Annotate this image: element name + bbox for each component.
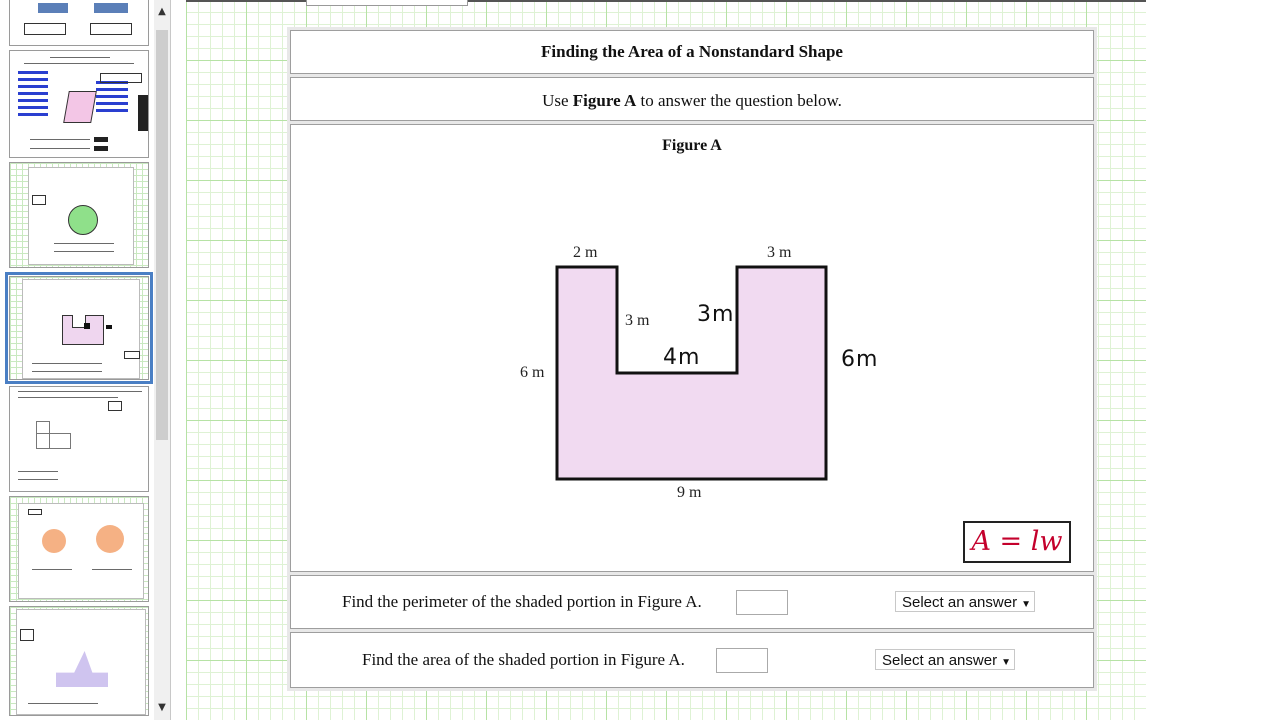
slide-thumbnail-text	[24, 63, 134, 64]
instruction-suffix: to answer the question below.	[640, 91, 842, 110]
top-tab	[306, 0, 468, 6]
slide-thumbnail-text	[32, 371, 102, 372]
chevron-down-icon[interactable]: ▼	[154, 700, 170, 716]
slide-thumbnail-box	[24, 23, 66, 35]
question-panel-perimeter: Find the perimeter of the shaded portion…	[290, 575, 1094, 629]
instruction-panel: Use Figure A to answer the question belo…	[290, 77, 1094, 121]
slide-thumbnail-1[interactable]	[9, 0, 149, 46]
question-panel-area: Find the area of the shaded portion in F…	[290, 632, 1094, 688]
label-bottom-width: 9 m	[677, 484, 702, 501]
slide-thumbnail-box	[32, 195, 46, 205]
shaded-u-shape	[555, 265, 828, 481]
slide-thumbnail-box	[28, 509, 42, 515]
slide-thumbnail-handwriting	[138, 95, 148, 131]
slide-thumbnail-text	[18, 391, 142, 392]
slide-thumbnail-handwriting	[18, 71, 48, 119]
dropdown-caret-icon: ▼	[1021, 599, 1031, 610]
slide-thumbnail-text	[28, 703, 98, 704]
slide-thumbnail-box	[100, 73, 142, 83]
slide-thumbnail-text	[32, 363, 102, 364]
slide-thumbnail-handwriting	[106, 325, 112, 329]
slide-thumbnail-6[interactable]	[9, 496, 149, 602]
slide-thumbnail-box	[20, 629, 34, 641]
sidebar-scrollbar[interactable]: ▲ ▼	[154, 0, 170, 720]
instruction-prefix: Use	[542, 91, 569, 110]
question-perimeter: Find the perimeter of the shaded portion…	[342, 592, 702, 611]
perimeter-unit-select-label: Select an answer	[902, 594, 1018, 611]
instruction-figure: Figure A	[572, 91, 637, 110]
figure-panel: Figure A 2 m 3 m 3 m 6 m 9 m 3m 4m 6m A …	[290, 124, 1094, 572]
slide-thumbnail-box	[124, 351, 140, 359]
slide-thumbnail-list	[0, 0, 154, 720]
chevron-up-icon[interactable]: ▲	[154, 4, 170, 20]
perimeter-unit-select[interactable]: Select an answer ▼	[895, 591, 1035, 612]
slide-thumbnail-shape	[94, 3, 128, 13]
slide-thumbnail-text	[18, 397, 118, 398]
slide-thumbnail-7[interactable]	[9, 606, 149, 716]
label-left-height: 6 m	[520, 364, 545, 381]
slide-thumbnail-text	[54, 243, 114, 244]
slide-thumbnail-3[interactable]	[9, 162, 149, 268]
slide-thumbnail-text	[18, 471, 58, 472]
slide-thumbnail-text	[30, 148, 90, 149]
perimeter-answer-input[interactable]	[736, 590, 788, 615]
slide-thumbnail-text	[50, 57, 110, 58]
slide-thumbnail-text	[92, 569, 132, 570]
label-notch-left-depth: 3 m	[625, 312, 650, 329]
slide-thumbnail-5[interactable]	[9, 386, 149, 492]
area-unit-select-label: Select an answer	[882, 652, 998, 669]
slide-thumbnail-handwriting	[94, 137, 108, 142]
area-formula-box: A = lw	[963, 521, 1071, 563]
instruction-text: Use Figure A to answer the question belo…	[291, 91, 1093, 111]
slide-thumbnail-box	[108, 401, 122, 411]
slide-thumbnail-shape	[38, 3, 68, 13]
slide-thumbnail-text	[30, 139, 90, 140]
slide-canvas: Finding the Area of a Nonstandard Shape …	[186, 0, 1146, 720]
page-title: Finding the Area of a Nonstandard Shape	[541, 42, 843, 61]
slide-thumbnail-card	[18, 503, 144, 599]
question-area: Find the area of the shaded portion in F…	[362, 650, 685, 669]
handwritten-right-height: 6m	[841, 347, 879, 372]
slide-thumbnail-box	[90, 23, 132, 35]
label-top-left-width: 2 m	[573, 244, 598, 261]
area-answer-input[interactable]	[716, 648, 768, 673]
slide-thumbnail-circle	[42, 529, 66, 553]
slide-thumbnail-2[interactable]	[9, 50, 149, 158]
slide-thumbnail-text	[18, 479, 58, 480]
slide-sidebar: ▲ ▼	[0, 0, 171, 720]
slide-thumbnail-lshape	[36, 433, 71, 449]
slide-thumbnail-handwriting	[94, 146, 108, 151]
slide-thumbnail-4[interactable]	[5, 272, 153, 384]
scrollbar-thumb[interactable]	[156, 30, 168, 440]
slide-thumbnail-circle	[68, 205, 98, 235]
slide-thumbnail-handwriting	[96, 81, 128, 115]
handwritten-notch-width: 4m	[663, 345, 701, 370]
label-top-right-width: 3 m	[767, 244, 792, 261]
title-panel: Finding the Area of a Nonstandard Shape	[290, 30, 1094, 74]
slide-thumbnail-handwriting	[84, 323, 90, 329]
slide-thumbnail-text	[32, 569, 72, 570]
slide-thumbnail-shape	[63, 91, 97, 123]
slide-thumbnail-circle	[96, 525, 124, 553]
area-unit-select[interactable]: Select an answer ▼	[875, 649, 1015, 670]
handwritten-notch-right-depth: 3m	[697, 302, 735, 327]
dropdown-caret-icon: ▼	[1001, 657, 1011, 668]
slide-thumbnail-text	[54, 251, 114, 252]
